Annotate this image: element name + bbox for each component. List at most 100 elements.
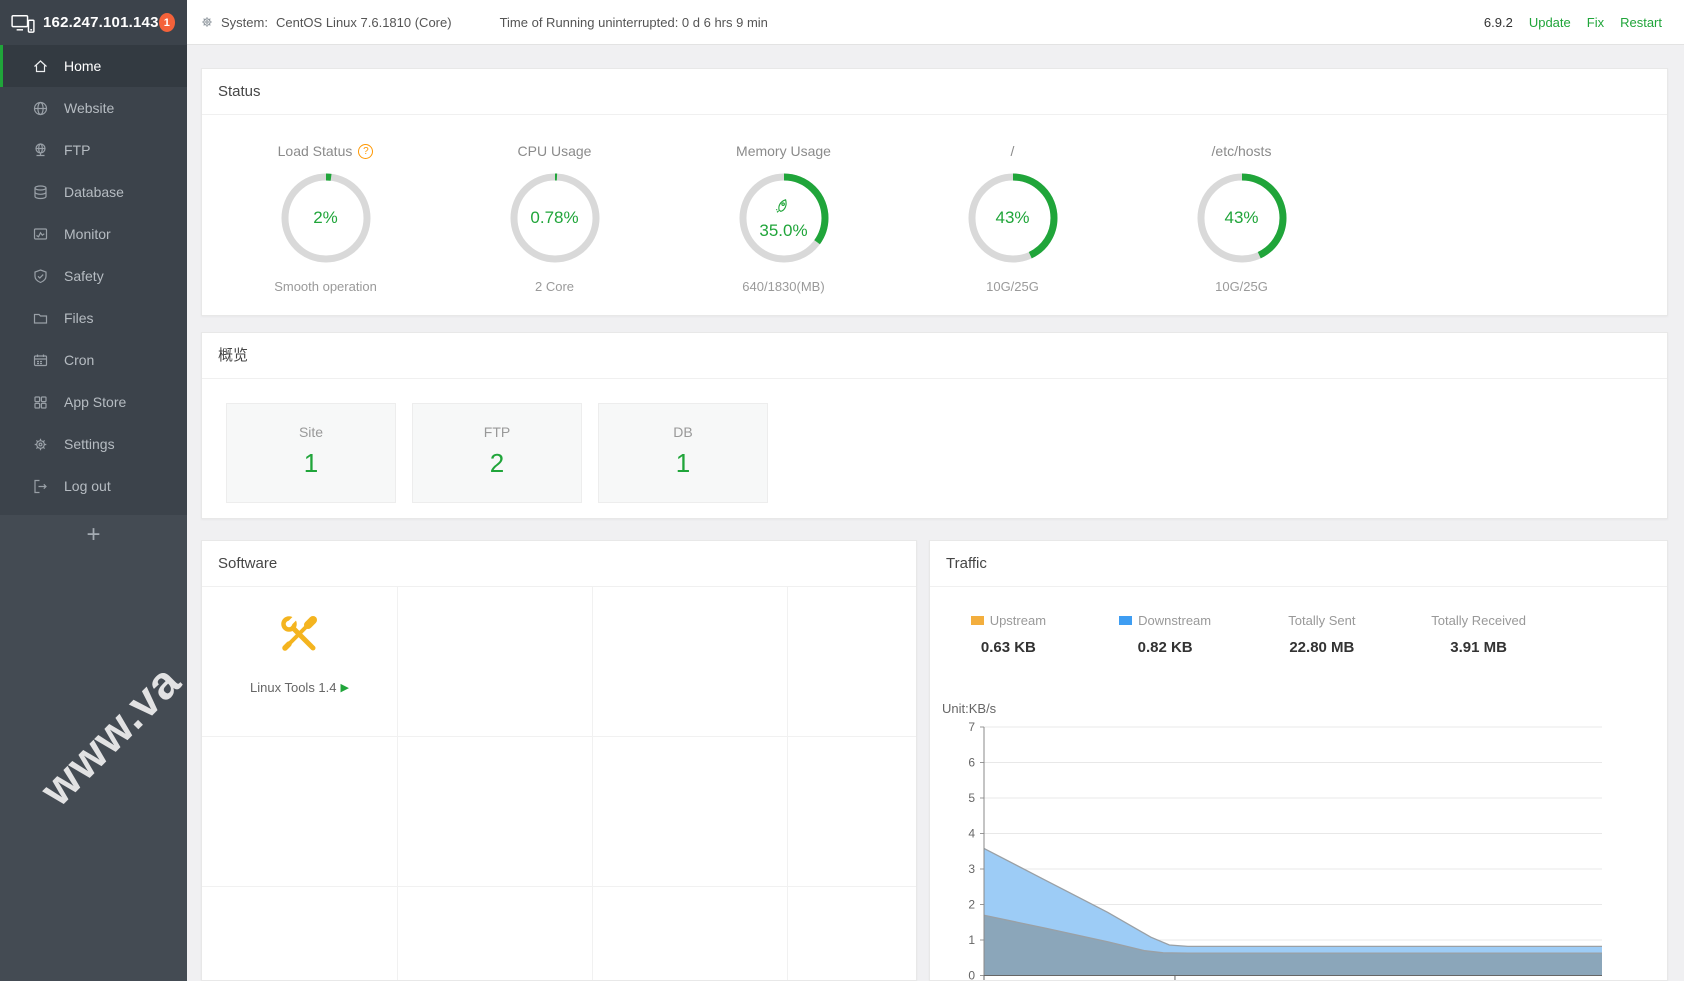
uptime-text: Time of Running uninterrupted: 0 d 6 hrs…	[499, 14, 768, 30]
traffic-panel-title: Traffic	[930, 541, 1667, 587]
server-ip: 162.247.101.143	[43, 14, 159, 31]
topbar-actions: 6.9.2 Update Fix Restart	[1484, 15, 1684, 30]
gauge-subtext: 10G/25G	[986, 279, 1039, 294]
traffic-stat-upstream: Upstream 0.63 KB	[930, 613, 1087, 656]
software-cell	[593, 587, 788, 737]
sidebar-item-ftp[interactable]: FTP	[0, 129, 187, 171]
traffic-stat-value: 22.80 MB	[1289, 639, 1355, 656]
traffic-stat-value: 3.91 MB	[1450, 639, 1507, 656]
tools-icon	[277, 613, 323, 664]
sidebar-item-log-out[interactable]: Log out	[0, 465, 187, 507]
sidebar-item-label: Safety	[64, 268, 104, 284]
sidebar-item-files[interactable]: Files	[0, 297, 187, 339]
svg-text:5: 5	[968, 791, 975, 805]
software-cell	[202, 737, 398, 887]
calendar-icon	[32, 352, 49, 369]
gauge-label: /etc/hosts	[1211, 143, 1272, 159]
software-cell	[788, 587, 916, 737]
globe-icon	[32, 100, 49, 117]
svg-text:3: 3	[968, 862, 975, 876]
gauge-label: Load Status ?	[211, 141, 440, 161]
gauge-ring: 2%	[277, 169, 375, 267]
gauge-subtext: Smooth operation	[274, 279, 377, 294]
software-cell: Linux Tools 1.4 ▶	[202, 587, 398, 737]
add-panel-button[interactable]: +	[86, 523, 100, 547]
sidebar: Home Website FTP Database Monitor Safety…	[0, 45, 187, 981]
traffic-area-chart: 0 1 2 3 4 5 6 7	[968, 721, 1602, 980]
sidebar-item-website[interactable]: Website	[0, 87, 187, 129]
sidebar-item-label: Monitor	[64, 226, 111, 242]
fix-link[interactable]: Fix	[1587, 15, 1604, 30]
server-brand[interactable]: 162.247.101.143 1	[0, 0, 187, 45]
svg-text:4: 4	[968, 827, 975, 841]
notification-badge[interactable]: 1	[158, 13, 175, 32]
sidebar-item-safety[interactable]: Safety	[0, 255, 187, 297]
software-panel: Software Linux Tools 1.4 ▶	[201, 540, 917, 981]
gauge-memory-usage: Memory Usage 35.0% 640/1830(MB)	[669, 141, 898, 294]
sidebar-item-label: Files	[64, 310, 94, 326]
computer-icon	[11, 13, 35, 33]
software-cell	[593, 887, 788, 980]
help-icon[interactable]: ?	[358, 143, 374, 159]
software-app-label: Linux Tools 1.4 ▶	[250, 680, 349, 695]
traffic-stat-totally-sent: Totally Sent 22.80 MB	[1244, 613, 1401, 656]
software-cell	[593, 737, 788, 887]
traffic-stats: Upstream 0.63 KB Downstream 0.82 KB Tota…	[930, 587, 1667, 656]
traffic-panel: Traffic Upstream 0.63 KB Downstream 0.82…	[929, 540, 1668, 981]
software-cell	[788, 737, 916, 887]
ftp-icon	[32, 142, 49, 159]
software-grid: Linux Tools 1.4 ▶	[202, 587, 916, 980]
ftp-count-card[interactable]: FTP 2	[412, 403, 582, 503]
topbar: System: CentOS Linux 7.6.1810 (Core) Tim…	[187, 0, 1684, 45]
shield-icon	[32, 268, 49, 285]
svg-text:2: 2	[968, 898, 975, 912]
sidebar-item-database[interactable]: Database	[0, 171, 187, 213]
sidebar-item-cron[interactable]: Cron	[0, 339, 187, 381]
gauge-subtext: 10G/25G	[1215, 279, 1268, 294]
traffic-stat-totally-received: Totally Received 3.91 MB	[1400, 613, 1557, 656]
db-count-card[interactable]: DB 1	[598, 403, 768, 503]
system-value: CentOS Linux 7.6.1810 (Core)	[275, 14, 452, 30]
card-value: 1	[675, 448, 691, 478]
sidebar-footer: +	[0, 515, 187, 981]
card-value: 2	[489, 448, 505, 478]
gear-icon	[200, 15, 214, 29]
sidebar-item-monitor[interactable]: Monitor	[0, 213, 187, 255]
status-gauges: Load Status ? 2% Smooth operation CPU Us…	[202, 115, 1667, 294]
home-icon	[32, 58, 49, 75]
sidebar-item-app-store[interactable]: App Store	[0, 381, 187, 423]
sidebar-item-label: App Store	[64, 394, 127, 410]
software-cell	[788, 887, 916, 980]
gauge-ring: 43%	[964, 169, 1062, 267]
traffic-stat-value: 0.82 KB	[1137, 639, 1193, 656]
sidebar-item-settings[interactable]: Settings	[0, 423, 187, 465]
appstore-icon	[32, 394, 49, 411]
software-cell	[398, 737, 593, 887]
software-app-linux-tools[interactable]: Linux Tools 1.4 ▶	[202, 587, 397, 695]
traffic-stat-value: 0.63 KB	[980, 639, 1036, 656]
rocket-icon	[774, 196, 793, 220]
site-count-card[interactable]: Site 1	[226, 403, 396, 503]
monitor-icon	[32, 226, 49, 243]
gauge-subtext: 2 Core	[534, 279, 575, 294]
play-icon[interactable]: ▶	[341, 681, 349, 694]
gauge-label: Memory Usage	[736, 143, 831, 159]
update-link[interactable]: Update	[1529, 15, 1571, 30]
svg-text:7: 7	[968, 721, 975, 734]
card-label: Site	[298, 424, 324, 440]
gauge-value: 43%	[995, 208, 1030, 227]
gauge-value: 35.0%	[759, 220, 808, 240]
gauge-label: CPU Usage	[517, 143, 592, 159]
gauge-ring: 35.0%	[735, 169, 833, 267]
restart-link[interactable]: Restart	[1620, 15, 1662, 30]
sidebar-nav: Home Website FTP Database Monitor Safety…	[0, 45, 187, 507]
sidebar-item-label: Log out	[64, 478, 111, 494]
gauge-value: 43%	[1224, 208, 1259, 227]
sidebar-item-label: Website	[64, 100, 115, 116]
software-panel-title: Software	[202, 541, 916, 587]
sidebar-item-home[interactable]: Home	[0, 45, 187, 87]
logout-icon	[32, 478, 49, 495]
gauge-etc-hosts-disk: /etc/hosts 43% 10G/25G	[1127, 141, 1356, 294]
upstream-swatch	[970, 616, 984, 625]
overview-cards: Site 1 FTP 2 DB 1	[202, 379, 1667, 503]
